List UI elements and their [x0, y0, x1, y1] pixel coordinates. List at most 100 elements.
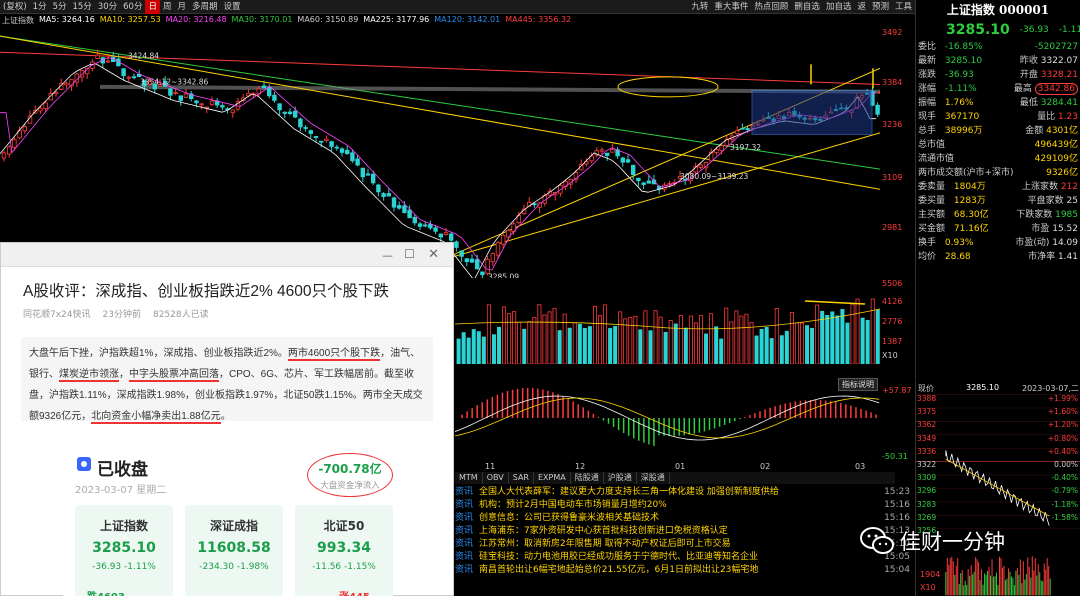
- quote-right: 开盘 3328.21: [1020, 68, 1078, 82]
- minimize-icon[interactable]: —: [382, 249, 393, 262]
- volume-tick: 1387: [882, 337, 903, 346]
- indicator-tab-6[interactable]: 深股通: [637, 472, 670, 484]
- quote-label: 最新: [918, 56, 937, 66]
- period-button-2[interactable]: 15分: [69, 0, 94, 14]
- news-list-item[interactable]: 资讯 创意信息：公司已获得鲁豪米波相关基础技术 15:16: [455, 512, 910, 525]
- news-list-item[interactable]: 资讯 上海浦东：7家外资研发中心获首批科技创新进口免税资格认定 15:13: [455, 525, 910, 538]
- volume-bar: [486, 304, 491, 364]
- news-list-item[interactable]: 资讯 硅宝科技：动力电池用胶已经成功服务于宁德时代、比亚迪等知名企业 15:05: [455, 551, 910, 564]
- candle-body: [292, 110, 298, 118]
- intraday-tick: 3296: [917, 486, 937, 496]
- candle-body: [610, 149, 615, 153]
- candle-body: [95, 54, 100, 59]
- volume-bar: [547, 311, 552, 364]
- volume-chart[interactable]: [455, 279, 880, 364]
- period-button-5[interactable]: 日: [145, 0, 160, 14]
- period-button-0[interactable]: 1分: [30, 0, 50, 14]
- indicator-tab-0[interactable]: MTM: [455, 472, 483, 484]
- tool-button-7[interactable]: 工具: [892, 0, 915, 14]
- period-button-4[interactable]: 60分: [120, 0, 145, 14]
- period-button-3[interactable]: 30分: [95, 0, 120, 14]
- tool-button-2[interactable]: 热点回顾: [751, 0, 791, 14]
- macd-tick: +57.87: [882, 386, 912, 395]
- tool-button-1[interactable]: 重大事件: [711, 0, 751, 14]
- kline-chart[interactable]: 3424.84 3354.12~3342.86 3285.09 3197.32 3080…: [0, 28, 880, 278]
- period-button-9[interactable]: 设置: [221, 0, 244, 14]
- period-button-8[interactable]: 多周期: [189, 0, 221, 14]
- volume-bar: [865, 319, 870, 364]
- candle-body: [698, 164, 703, 168]
- volume-bar: [491, 334, 496, 364]
- period-button-6[interactable]: 周: [160, 0, 175, 14]
- news-list-item[interactable]: 资讯 机构：预计2月中国电动车市场销量月增约20% 15:16: [455, 499, 910, 512]
- news-time: 15:23: [884, 487, 910, 497]
- period-button-7[interactable]: 月: [175, 0, 190, 14]
- candle-body: [469, 258, 475, 263]
- volume-bar: [759, 329, 764, 364]
- indicator-tab-4[interactable]: 陆股通: [571, 472, 604, 484]
- news-body: 大盘午后下挫，沪指跌超1%，深成指、创业板指跌近2%。两市4600只个股下跌，油…: [21, 337, 433, 424]
- candle-body: [620, 157, 625, 163]
- indicator-tab-2[interactable]: SAR: [509, 472, 534, 484]
- candle-body: [318, 140, 324, 143]
- candle-body: [43, 102, 48, 109]
- volume-bar: [527, 321, 532, 364]
- news-list-item[interactable]: 资讯 南昌首轮出让6幅宅地起始总价21.55亿元，6月1日前拟出让23幅宅地 15:…: [455, 564, 910, 577]
- close-icon[interactable]: ✕: [428, 247, 439, 262]
- quote-value: 68.30亿: [951, 210, 989, 220]
- north-flow-badge[interactable]: -700.78亿 大盘资金净流入: [307, 453, 393, 497]
- volume-bar: [805, 325, 810, 364]
- volume-bar: [572, 322, 577, 364]
- news-reads: 82528人已读: [152, 310, 209, 320]
- tool-button-3[interactable]: 删自选: [791, 0, 823, 14]
- tool-button-4[interactable]: 加自选: [823, 0, 855, 14]
- quote-row: 委比 -16.85% -5202727: [916, 40, 1080, 54]
- candle-body: [282, 111, 287, 114]
- index-change: -36.93 -1.11%: [92, 562, 156, 572]
- intraday-volume-label: 1904: [920, 570, 941, 579]
- underlined-phrase: 北向资金小幅净卖出1.88亿元: [91, 411, 221, 424]
- tool-button-0[interactable]: 九转: [688, 0, 711, 14]
- news-list-item[interactable]: 资讯 江苏常州：取消新房2年限售期 取得不动产权证后即可上市交易 15:10: [455, 538, 910, 551]
- price-annotation: 3354.12~3342.86: [140, 77, 209, 86]
- intraday-tick: 3322: [917, 460, 937, 469]
- volume-bar: [557, 330, 562, 364]
- candle-body: [412, 217, 417, 224]
- quote-change: -36.93: [1019, 25, 1049, 35]
- news-list-item[interactable]: 资讯 全国人大代表薛军：建议更大力度支持长三角一体化建设 加强创新制度供给 15:2…: [455, 486, 910, 499]
- indicator-tab-3[interactable]: EXPMA: [534, 472, 571, 484]
- maximize-icon[interactable]: ☐: [404, 247, 415, 261]
- quote-left: 流通市值: [918, 152, 954, 166]
- index-box[interactable]: 深证成指 11608.58 -234.30 -1.98%: [185, 505, 283, 596]
- index-box[interactable]: 北证50 993.34 -11.56 -1.15%: [295, 505, 393, 596]
- candle-body: [261, 85, 267, 89]
- tool-button-6[interactable]: 预测: [869, 0, 892, 14]
- north-flow-label: 大盘资金净流入: [320, 481, 380, 491]
- indicator-tab-1[interactable]: OBV: [483, 472, 509, 484]
- quote-right: 市盈 15.52: [1031, 222, 1078, 236]
- macd-axis: +57.87 -50.31: [880, 376, 914, 461]
- quote-row: 涨跌 -36.93 开盘 3328.21: [916, 68, 1080, 82]
- period-button-1[interactable]: 5分: [50, 0, 70, 14]
- quote-label: 两市成交额(沪市+深市): [918, 168, 1014, 178]
- index-box[interactable]: 上证指数 3285.10 -36.93 -1.11%: [75, 505, 173, 596]
- news-text: 创意信息：公司已获得鲁豪米波相关基础技术: [479, 513, 660, 523]
- quote-right: 量比 1.23: [1037, 110, 1078, 124]
- quote-value: 3328.21: [1040, 70, 1078, 80]
- price-tick: 3236: [882, 120, 903, 129]
- index-name: 深证成指: [209, 519, 258, 533]
- quote-right: 下跌家数 1985: [1016, 208, 1078, 222]
- indicator-tab-5[interactable]: 沪股通: [604, 472, 637, 484]
- candle-body: [485, 259, 490, 274]
- tool-button-5[interactable]: 返: [854, 0, 869, 14]
- candle-body: [194, 100, 199, 104]
- quote-right: 上涨家数 212: [1022, 180, 1078, 194]
- candle-body: [438, 233, 443, 238]
- news-card: — ☐ ✕ A股收评：深成指、创业板指跌近2% 4600只个股下跌 同花顺7x2…: [0, 242, 454, 596]
- quote-label: 市净率: [1028, 252, 1058, 262]
- quote-right: -5202727: [1035, 40, 1078, 54]
- watermark: 佳财一分钟: [860, 526, 1005, 556]
- volume-bar: [794, 322, 799, 364]
- macd-chart[interactable]: [455, 376, 880, 461]
- intraday-tick: 3349: [917, 433, 937, 443]
